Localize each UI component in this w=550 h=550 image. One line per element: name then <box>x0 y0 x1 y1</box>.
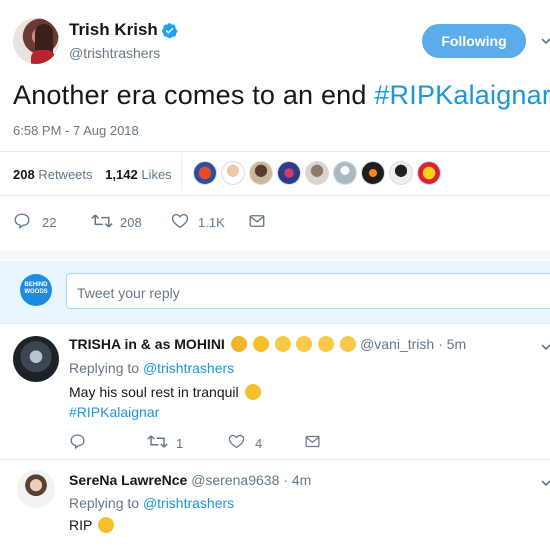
timestamp[interactable]: 6:58 PM - 7 Aug 2018 <box>13 123 139 138</box>
reply-button[interactable]: 22 <box>13 210 63 232</box>
avatar[interactable] <box>13 18 59 64</box>
following-button[interactable]: Following <box>422 24 526 58</box>
reply-time[interactable]: 4m <box>292 472 311 488</box>
divider <box>0 195 550 196</box>
reply-count: 22 <box>42 215 57 230</box>
liker-avatar[interactable] <box>417 161 441 185</box>
like-icon <box>228 434 245 449</box>
divider <box>0 151 550 152</box>
tweet-reply-input[interactable]: Tweet your reply <box>66 273 550 309</box>
liker-avatar[interactable] <box>249 161 273 185</box>
direct-message-button[interactable] <box>248 210 270 232</box>
replying-to: Replying to @trishtrashers <box>69 360 235 376</box>
victory-hand-emoji-icon <box>230 336 247 352</box>
liker-avatar[interactable] <box>361 161 385 185</box>
chevron-down-icon[interactable] <box>541 36 550 46</box>
like-count: 1.1K <box>198 215 225 230</box>
tweet-header: Trish Krish @trishtrashers Following <box>0 0 550 80</box>
like-button[interactable]: 4 <box>228 431 273 453</box>
clapping-hands-emoji-icon <box>274 336 291 352</box>
section-gap <box>0 250 550 260</box>
avatar[interactable] <box>13 336 59 382</box>
mention-link[interactable]: @trishtrashers <box>143 495 234 511</box>
direct-message-icon <box>249 215 265 227</box>
reply-text: May his soul rest in tranquil <box>69 384 261 400</box>
like-icon <box>171 213 189 229</box>
mention-link[interactable]: @trishtrashers <box>143 360 234 376</box>
reply-tweet[interactable]: TRISHA in & as MOHINI @vani_trish · 5m R… <box>0 324 550 459</box>
reply-author[interactable]: TRISHA in & as MOHINI @vani_trish · 5m <box>69 336 466 352</box>
reply-tweet[interactable]: SereNa LawreNce @serena9638 · 4m Replyin… <box>0 460 550 550</box>
direct-message-button[interactable] <box>304 431 324 453</box>
reply-time[interactable]: 5m <box>447 336 466 352</box>
like-button[interactable]: 1.1K <box>171 210 241 232</box>
chevron-down-icon[interactable] <box>541 342 550 352</box>
reply-author[interactable]: SereNa LawreNce @serena9638 · 4m <box>69 472 311 488</box>
crying-face-emoji-icon <box>97 517 114 533</box>
reply-display-name[interactable]: SereNa LawreNce <box>69 472 187 488</box>
reply-display-name[interactable]: TRISHA in & as MOHINI <box>69 336 225 352</box>
clapping-hands-emoji-icon <box>296 336 313 352</box>
likes-stat[interactable]: 1,142 Likes <box>105 167 172 182</box>
retweet-count: 208 <box>120 215 142 230</box>
retweet-button[interactable]: 208 <box>91 210 161 232</box>
pensive-face-emoji-icon <box>244 384 261 400</box>
reply-icon <box>70 434 85 450</box>
reply-button[interactable] <box>69 431 89 453</box>
reply-actions: 1 4 <box>69 431 369 453</box>
retweet-icon <box>91 214 113 228</box>
retweet-icon <box>147 435 168 448</box>
retweets-stat[interactable]: 208 Retweets <box>13 167 93 182</box>
clapping-hands-emoji-icon <box>318 336 335 352</box>
liker-avatar[interactable] <box>389 161 413 185</box>
retweet-button[interactable]: 1 <box>147 431 192 453</box>
retweet-count: 1 <box>176 436 184 451</box>
tweet-text-plain: Another era comes to an end <box>13 80 375 110</box>
reply-handle[interactable]: @vani_trish <box>360 336 434 352</box>
divider <box>181 153 182 191</box>
heart-eyes-emoji-icon <box>252 336 269 352</box>
avatar[interactable] <box>17 470 55 508</box>
reply-icon <box>14 213 30 230</box>
verified-badge-icon <box>162 23 178 39</box>
liker-avatar[interactable] <box>333 161 357 185</box>
liker-avatar[interactable] <box>193 161 217 185</box>
reply-text: RIP <box>69 517 114 533</box>
clapping-hands-emoji-icon <box>340 336 357 352</box>
direct-message-icon <box>305 435 320 448</box>
liker-avatar[interactable] <box>221 161 245 185</box>
user-avatar-logo: BEHIND WOODS <box>20 274 52 306</box>
hashtag-link[interactable]: #RIPKalaignar <box>69 404 159 420</box>
reply-handle[interactable]: @serena9638 <box>191 472 279 488</box>
tweet-text: Another era comes to an end #RIPKalaigna… <box>13 80 550 111</box>
tweet-stats: 208 Retweets 1,142 Likes <box>13 167 172 182</box>
like-count: 4 <box>255 436 263 451</box>
replying-to: Replying to @trishtrashers <box>69 495 235 511</box>
handle[interactable]: @trishtrashers <box>69 45 160 61</box>
hashtag-link[interactable]: #RIPKalaignar <box>374 80 550 110</box>
chevron-down-icon[interactable] <box>541 478 550 488</box>
liker-avatar[interactable] <box>277 161 301 185</box>
display-name[interactable]: Trish Krish <box>69 20 158 40</box>
liker-avatar[interactable] <box>305 161 329 185</box>
